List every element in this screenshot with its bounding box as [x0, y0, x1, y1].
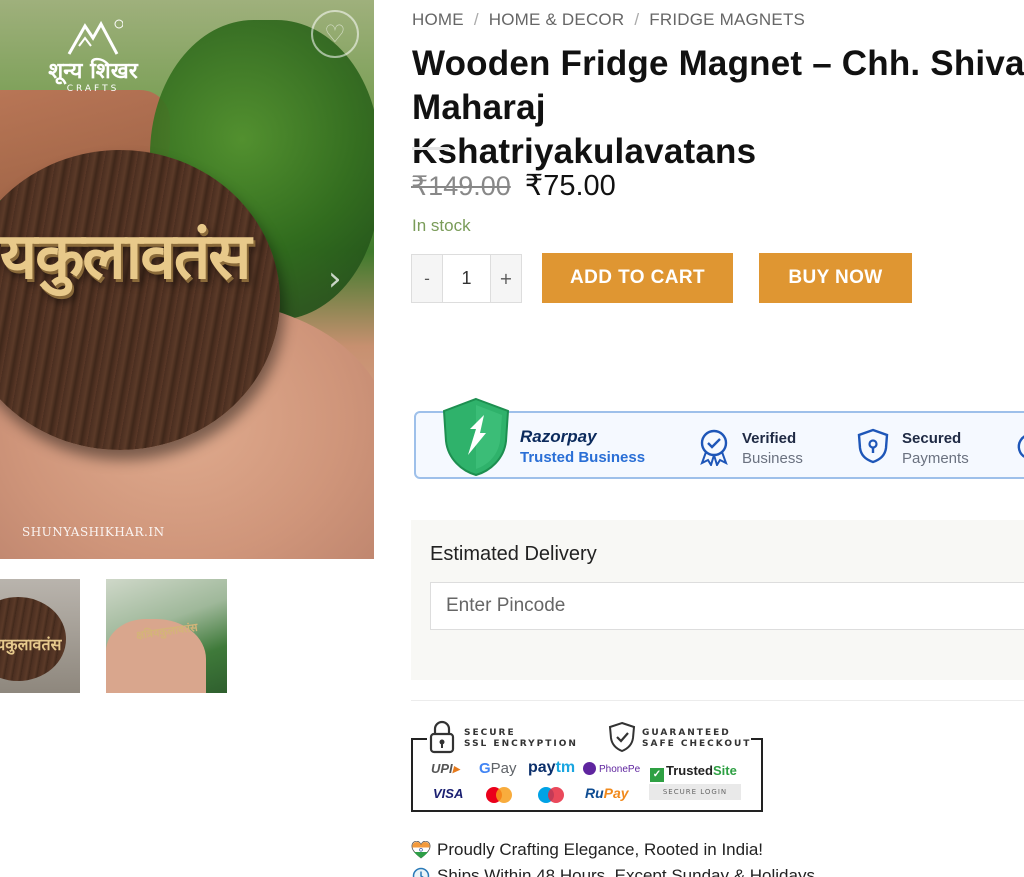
product-title: Wooden Fridge Magnet – Chh. Shivaji Maha… [412, 44, 1024, 171]
paytm-logo: paytm [528, 759, 575, 777]
image-watermark: SHUNYASHIKHAR.IN [22, 525, 165, 539]
badge-frame-top-left [411, 738, 427, 740]
quantity-stepper: - 1 + [411, 254, 522, 303]
estimated-delivery-panel: Estimated Delivery [411, 520, 1024, 680]
product-price: ₹149.00 ₹75.00 [411, 168, 616, 203]
trustedsite-check-icon: ✓ [650, 768, 664, 782]
verified-badge-icon [700, 429, 728, 466]
product-thumbnail-1[interactable]: यकुलावतंस [0, 579, 80, 693]
section-divider [411, 700, 1024, 701]
phonepe-icon [583, 762, 596, 775]
breadcrumb-home-decor[interactable]: HOME & DECOR [489, 10, 625, 29]
chevron-right-icon[interactable]: › [328, 262, 342, 296]
title-divider [412, 147, 449, 150]
refund-arrow-icon [1017, 435, 1024, 458]
secured-label: Secured [902, 430, 962, 447]
badge-frame-top-right [751, 738, 763, 740]
estimated-delivery-label: Estimated Delivery [430, 543, 597, 565]
razorpay-subtitle: Trusted Business [520, 449, 646, 466]
google-pay-logo: GPay [479, 760, 517, 777]
razorpay-shield-icon [442, 397, 510, 477]
breadcrumb-fridge-magnets[interactable]: FRIDGE MAGNETS [649, 10, 805, 29]
paytm-text-a: pay [528, 759, 556, 776]
checkout-shield-icon [608, 721, 636, 753]
upi-text: UPI [431, 761, 453, 776]
rupay-logo: RuPay [585, 785, 629, 801]
gpay-g: G [479, 760, 491, 777]
phonepe-text: PhonePe [599, 764, 641, 775]
breadcrumb-separator: / [473, 10, 479, 29]
thumbnail-text: यकुलावतंस [0, 635, 62, 654]
razorpay-title: Razorpay [520, 427, 597, 446]
visa-logo: VISA [433, 786, 464, 801]
trustedsite-text-b: Site [712, 763, 737, 778]
razorpay-trust-badge: Razorpay Trusted Business Verified Busin… [414, 397, 1024, 479]
quantity-input[interactable]: 1 [442, 255, 491, 302]
brand-sub: CRAFTS [66, 84, 120, 94]
trustedsite-text-a: Trusted [666, 763, 713, 778]
lock-icon [429, 720, 455, 754]
upi-arrow-icon: ▸ [452, 761, 460, 776]
rupay-text-b: Pay [603, 785, 629, 801]
price-original: ₹149.00 [411, 171, 511, 201]
rupay-text-a: Ru [585, 785, 604, 801]
upi-logo: UPI▸ [431, 761, 459, 777]
mountain-logo-icon [67, 19, 123, 55]
heart-icon[interactable]: ♡ [311, 10, 359, 58]
brand-logo: शून्य शिखर CRAFTS [38, 18, 148, 113]
carved-script-text: यकुलावतंस [0, 219, 252, 294]
price-sale: ₹75.00 [524, 170, 616, 202]
business-label: Business [742, 450, 803, 467]
breadcrumb-separator: / [634, 10, 640, 29]
breadcrumb: HOME / HOME & DECOR / FRIDGE MAGNETS [412, 10, 805, 30]
maestro-logo-icon [536, 787, 566, 803]
breadcrumb-home[interactable]: HOME [412, 10, 464, 29]
secure-shield-icon [857, 428, 889, 464]
secure-checkout-badge: SECURE SSL ENCRYPTION GUARANTEED SAFE CH… [411, 718, 763, 812]
mastercard-logo-icon [484, 787, 514, 803]
add-to-cart-button[interactable]: ADD TO CART [542, 253, 733, 303]
buy-now-button[interactable]: BUY NOW [759, 253, 912, 303]
feature-made-in-india: Proudly Crafting Elegance, Rooted in Ind… [411, 840, 763, 860]
paytm-text-b: tm [555, 759, 576, 776]
pincode-input[interactable] [430, 582, 1024, 630]
payments-label: Payments [902, 450, 969, 467]
brand-name: शून्य शिखर [48, 58, 138, 84]
quantity-minus-button[interactable]: - [412, 255, 442, 302]
clock-icon [412, 867, 430, 877]
feature-shipping: Ships Within 48 Hours, Except Sunday & H… [411, 866, 815, 877]
quantity-plus-button[interactable]: + [491, 255, 521, 302]
trustedsite-logo: ✓ TrustedSite [650, 763, 737, 782]
product-main-image[interactable]: यकुलावतंस शून्य शिखर CRAFTS ♡ › SHUNYASH… [0, 0, 374, 559]
feature-text: Ships Within 48 Hours, Except Sunday & H… [437, 866, 815, 877]
product-thumbnail-2[interactable]: क्षत्रियकुलावतंस [106, 579, 227, 693]
india-heart-flag-icon [411, 841, 431, 859]
safe-checkout-label: GUARANTEED SAFE CHECKOUT [642, 728, 752, 749]
feature-text: Proudly Crafting Elegance, Rooted in Ind… [437, 840, 764, 859]
verified-label: Verified [742, 430, 797, 447]
phonepe-logo: PhonePe [583, 762, 640, 775]
stock-status: In stock [412, 216, 471, 235]
secure-login-badge: SECURE LOGIN [649, 784, 741, 800]
gpay-text: Pay [490, 760, 517, 777]
ssl-encryption-label: SECURE SSL ENCRYPTION [464, 728, 578, 749]
